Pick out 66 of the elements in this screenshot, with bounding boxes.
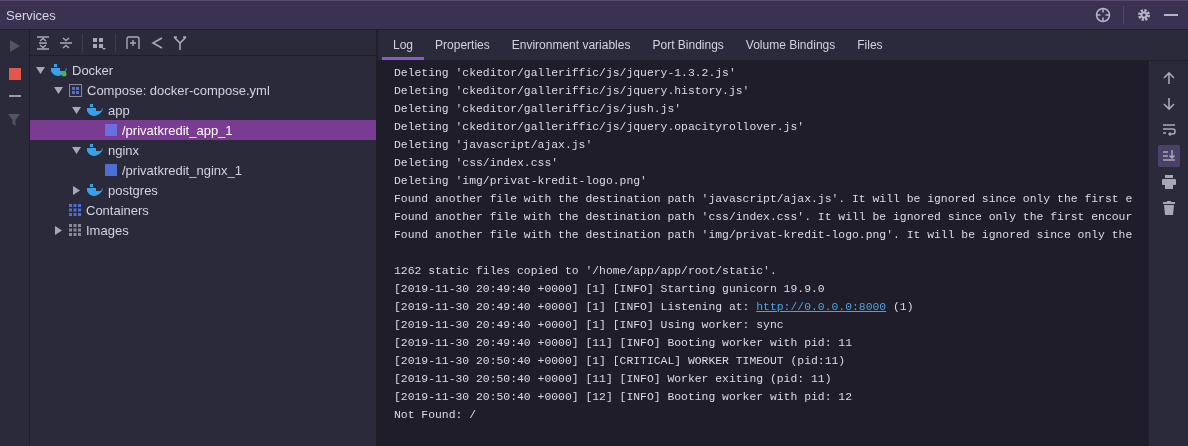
tree-item[interactable]: /privatkredit_nginx_1 [30,160,376,180]
log-line: Deleting 'javascript/ajax.js' [394,138,594,153]
log-line: Deleting 'ckeditor/galleriffic/js/jquery.history.js' [394,84,751,99]
log-line: 1262 static files copied to '/home/app/app/root/static'. [394,264,778,279]
collapsed-arrow-icon[interactable] [53,225,63,235]
images-icon [69,224,81,236]
tree-item[interactable]: nginx [30,140,376,160]
log-line: Found another file with the destination path 'javascript/ajax.js'. It will be ignored since only the first e [394,192,1134,207]
log-line: Deleting 'ckeditor/galleriffic/js/jquery-1.3.2.js' [394,66,737,81]
container-icon [105,164,117,176]
whale-icon [87,183,103,197]
containers-icon [69,204,81,216]
merge-icon[interactable] [173,35,187,50]
soft-wrap-icon [1162,123,1176,137]
compose-icon [69,83,82,97]
tree-item[interactable]: Docker [30,60,376,80]
log-line: [2019-11-30 20:49:40 +0000] [11] [INFO] Booting worker with pid: 11 [394,336,853,351]
minimize-icon[interactable] [1164,13,1178,17]
whale-icon [87,103,103,117]
arrow-up-icon [1162,71,1176,85]
tab[interactable]: Properties [424,33,501,60]
tree-item[interactable]: Images [30,220,376,240]
scroll-end-button[interactable] [1158,145,1180,167]
log-line: Not Found: / [394,408,478,423]
log-line: Deleting 'ckeditor/galleriffic/js/jquery.opacityrollover.js' [394,120,806,135]
target-icon[interactable] [1095,7,1111,23]
whale-icon [51,63,67,77]
expanded-arrow-icon[interactable] [71,145,81,155]
whale-icon [87,143,103,157]
log-line: [2019-11-30 20:49:40 +0000] [1] [INFO] Starting gunicorn 19.9.0 [394,282,826,297]
minus-icon[interactable] [8,95,21,98]
stop-icon[interactable] [8,68,21,80]
trash-icon [1162,201,1176,215]
tree-item[interactable]: app [30,100,376,120]
scroll-to-end-icon [1162,149,1176,163]
container-icon [105,124,117,136]
tab[interactable]: Environment variables [500,33,642,60]
tree-item[interactable]: /privatkredit_app_1 [30,120,376,140]
tab[interactable]: Files [846,33,894,60]
expanded-arrow-icon[interactable] [53,85,63,95]
printer-icon [1162,175,1176,189]
expanded-arrow-icon[interactable] [35,65,45,75]
log-line: Found another file with the destination path 'img/privat-kredit-logo.png'. It will be ignored since only the [394,228,1134,243]
tab[interactable]: Volume Bindings [734,33,847,60]
log-line: Deleting 'ckeditor/galleriffic/js/jush.js' [394,102,683,117]
tab[interactable]: Port Bindings [641,33,735,60]
arrow-down-icon [1162,97,1176,111]
log-line: [2019-11-30 20:50:40 +0000] [1] [CRITICAL] WORKER TIMEOUT (pid:11) [394,354,847,369]
collapse-all-icon[interactable] [59,35,73,50]
log-line: [2019-11-30 20:49:40 +0000] [1] [INFO] Using worker: sync [394,318,785,333]
log-line: Deleting 'css/index.css' [394,156,560,171]
expand-all-icon[interactable] [36,35,50,50]
log-line: Deleting 'img/privat-kredit-logo.png' [394,174,648,189]
settings-icon[interactable] [1136,7,1152,23]
log-line: [2019-11-30 20:50:40 +0000] [12] [INFO] Booting worker with pid: 12 [394,390,853,405]
collapsed-arrow-icon[interactable] [71,185,81,195]
log-line: Found another file with the destination path 'css/index.css'. It will be ignored since only the first encour [394,210,1134,225]
tree-item[interactable]: Compose: docker-compose.yml [30,80,376,100]
log-link[interactable]: http://0.0.0.0:8000 [756,301,887,313]
group-icon[interactable] [92,35,106,50]
panel-title: Services [6,7,56,23]
log-line: [2019-11-30 20:49:40 +0000] [1] [INFO] Listening at: http://0.0.0.0:8000 (1) [394,300,915,315]
expanded-arrow-icon[interactable] [71,105,81,115]
tree-item[interactable]: postgres [30,180,376,200]
log-line: [2019-11-30 20:50:40 +0000] [11] [INFO] Worker exiting (pid: 11) [394,372,833,387]
tree-item[interactable]: Containers [30,200,376,220]
